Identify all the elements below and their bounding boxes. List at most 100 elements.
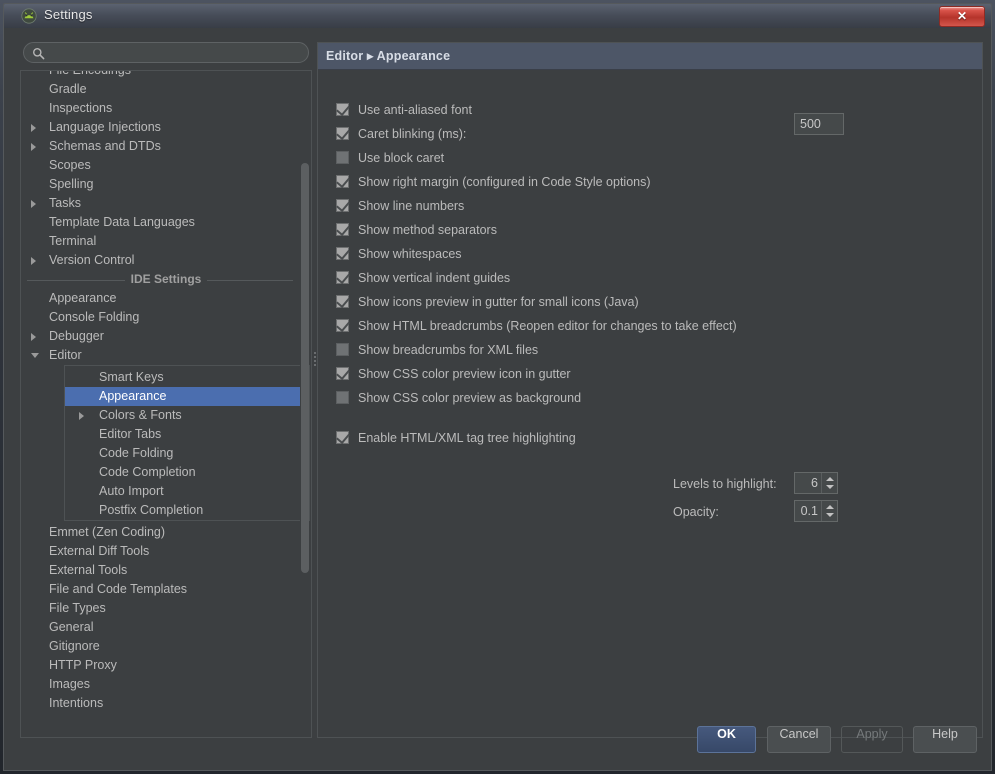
sidebar-item-label: File Types [49, 599, 106, 618]
checkbox-label: Show HTML breadcrumbs (Reopen editor for… [358, 317, 737, 335]
sidebar-item-label: Template Data Languages [49, 213, 195, 232]
sidebar-item-label: Postfix Completion [99, 501, 203, 520]
sidebar-item-label: HTTP Proxy [49, 656, 117, 675]
checkbox-label: Show CSS color preview icon in gutter [358, 365, 571, 383]
chevron-right-icon[interactable] [79, 412, 84, 420]
tree-scrollbar-thumb[interactable] [301, 163, 309, 573]
ok-button[interactable]: OK [697, 726, 756, 753]
chevron-right-icon[interactable] [31, 333, 36, 341]
sidebar-item-tasks[interactable]: Tasks [21, 194, 311, 213]
cancel-button[interactable]: Cancel [767, 726, 831, 753]
sidebar-item-editor-code-completion[interactable]: Code Completion [65, 463, 309, 482]
sidebar-item-http-proxy[interactable]: HTTP Proxy [21, 656, 311, 675]
checkbox-label: Show CSS color preview as background [358, 389, 581, 407]
sidebar-item-schemas-and-dtds[interactable]: Schemas and DTDs [21, 137, 311, 156]
sidebar-item-inspections[interactable]: Inspections [21, 99, 311, 118]
sidebar-item-version-control[interactable]: Version Control [21, 251, 311, 270]
sidebar-item-gitignore[interactable]: Gitignore [21, 637, 311, 656]
sidebar-item-label: Schemas and DTDs [49, 137, 161, 156]
sidebar-item-intentions[interactable]: Intentions [21, 694, 311, 713]
checkbox-checked-icon[interactable] [336, 223, 349, 236]
sidebar-item-editor[interactable]: Editor [21, 346, 311, 365]
help-button[interactable]: Help [913, 726, 977, 753]
levels-to-highlight-spinner[interactable]: 6 [794, 472, 838, 494]
spinner-up-icon[interactable] [826, 477, 834, 481]
checkbox-checked-icon[interactable] [336, 127, 349, 140]
android-studio-icon [21, 8, 37, 24]
close-button[interactable]: ✕ [939, 6, 985, 27]
checkbox-label: Use anti-aliased font [358, 101, 472, 119]
caret-blinking-input[interactable] [794, 113, 844, 135]
sidebar-item-language-injections[interactable]: Language Injections [21, 118, 311, 137]
search-input[interactable] [50, 43, 304, 64]
sidebar-item-general[interactable]: General [21, 618, 311, 637]
sidebar-item-console-folding[interactable]: Console Folding [21, 308, 311, 327]
sidebar-item-file-encodings[interactable]: File Encodings [21, 70, 311, 80]
levels-spinner-buttons[interactable] [821, 473, 837, 493]
sidebar-item-file-types[interactable]: File Types [21, 599, 311, 618]
sidebar-item-label: Colors & Fonts [99, 406, 182, 425]
sidebar-item-label: Scopes [49, 156, 91, 175]
sidebar-item-label: External Diff Tools [49, 542, 149, 561]
checkbox-label: Show right margin (configured in Code St… [358, 173, 651, 191]
chevron-right-icon[interactable] [31, 200, 36, 208]
tree-scrollbar[interactable] [300, 71, 309, 737]
checkbox-checked-icon[interactable] [336, 431, 349, 444]
checkbox-label: Show icons preview in gutter for small i… [358, 293, 639, 311]
sidebar-item-label: External Tools [49, 561, 127, 580]
sidebar-item-terminal[interactable]: Terminal [21, 232, 311, 251]
chevron-down-icon[interactable] [31, 353, 39, 358]
checkbox-checked-icon[interactable] [336, 199, 349, 212]
sidebar-item-editor-code-folding[interactable]: Code Folding [65, 444, 309, 463]
opacity-spinner[interactable]: 0.1 [794, 500, 838, 522]
checkbox-checked-icon[interactable] [336, 175, 349, 188]
checkbox-label: Caret blinking (ms): [358, 125, 466, 143]
sidebar-item-label: Inspections [49, 99, 112, 118]
sidebar-item-editor-colors-fonts[interactable]: Colors & Fonts [65, 406, 309, 425]
checkbox-checked-icon[interactable] [336, 271, 349, 284]
sidebar-item-label: Appearance [99, 387, 166, 406]
spinner-up-icon[interactable] [826, 505, 834, 509]
checkbox-unchecked-icon[interactable] [336, 391, 349, 404]
checkbox-checked-icon[interactable] [336, 295, 349, 308]
chevron-right-icon[interactable] [31, 143, 36, 151]
spinner-down-icon[interactable] [826, 513, 834, 517]
settings-tree-panel[interactable]: File EncodingsGradleInspectionsLanguage … [20, 70, 312, 738]
sidebar-item-spelling[interactable]: Spelling [21, 175, 311, 194]
sidebar-item-external-diff-tools[interactable]: External Diff Tools [21, 542, 311, 561]
sidebar-item-editor-appearance[interactable]: Appearance [65, 387, 309, 406]
checkbox-checked-icon[interactable] [336, 367, 349, 380]
sidebar-item-editor-editor-tabs[interactable]: Editor Tabs [65, 425, 309, 444]
sidebar-item-label: Code Completion [99, 463, 196, 482]
opacity-spinner-buttons[interactable] [821, 501, 837, 521]
search-box[interactable] [23, 42, 309, 63]
spinner-down-icon[interactable] [826, 485, 834, 489]
checkbox-unchecked-icon[interactable] [336, 343, 349, 356]
levels-to-highlight-label: Levels to highlight: [673, 475, 777, 493]
sidebar-item-scopes[interactable]: Scopes [21, 156, 311, 175]
sidebar-item-label: Images [49, 675, 90, 694]
chevron-right-icon[interactable] [31, 124, 36, 132]
sidebar-item-file-and-code-templates[interactable]: File and Code Templates [21, 580, 311, 599]
sidebar-item-editor-auto-import[interactable]: Auto Import [65, 482, 309, 501]
sidebar-item-appearance[interactable]: Appearance [21, 289, 311, 308]
sidebar-item-editor-postfix-completion[interactable]: Postfix Completion [65, 501, 309, 520]
checkbox-label: Show line numbers [358, 197, 464, 215]
sidebar-item-images[interactable]: Images [21, 675, 311, 694]
chevron-right-icon[interactable] [31, 257, 36, 265]
sidebar-item-gradle[interactable]: Gradle [21, 80, 311, 99]
sidebar-item-label: Tasks [49, 194, 81, 213]
sidebar-item-emmet-zen-coding[interactable]: Emmet (Zen Coding) [21, 523, 311, 542]
checkbox-unchecked-icon[interactable] [336, 151, 349, 164]
sidebar-item-editor-smart-keys[interactable]: Smart Keys [65, 368, 309, 387]
sidebar-item-debugger[interactable]: Debugger [21, 327, 311, 346]
sidebar-item-external-tools[interactable]: External Tools [21, 561, 311, 580]
sidebar-item-label: Debugger [49, 327, 104, 346]
checkbox-checked-icon[interactable] [336, 247, 349, 260]
sidebar-item-label: Code Folding [99, 444, 173, 463]
sidebar-item-label: Version Control [49, 251, 134, 270]
sidebar-item-label: File Encodings [49, 70, 131, 80]
checkbox-checked-icon[interactable] [336, 103, 349, 116]
sidebar-item-template-data-languages[interactable]: Template Data Languages [21, 213, 311, 232]
checkbox-checked-icon[interactable] [336, 319, 349, 332]
